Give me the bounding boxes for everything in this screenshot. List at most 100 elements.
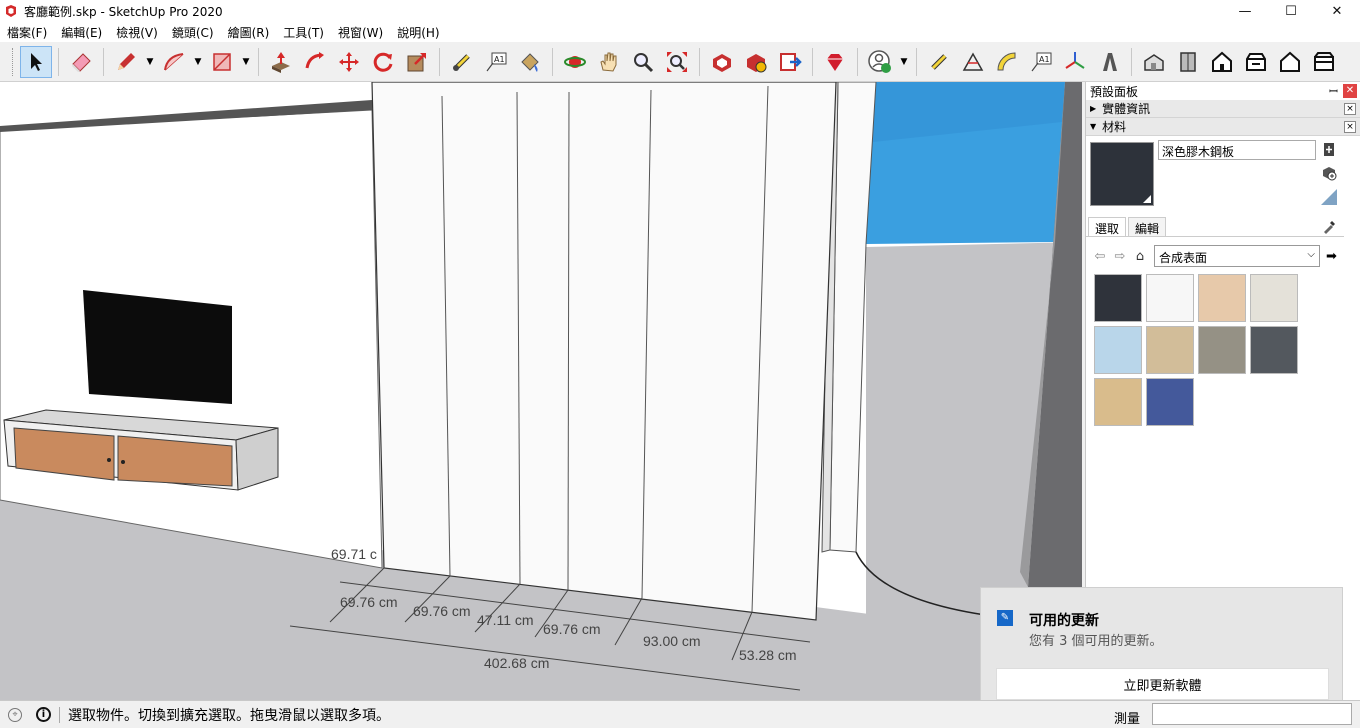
material-swatch[interactable]	[1094, 274, 1142, 322]
minimize-button[interactable]: —	[1222, 0, 1268, 22]
paint-bucket-tool-button[interactable]	[514, 46, 546, 78]
material-swatch[interactable]	[1250, 274, 1298, 322]
zoom-extents-tool-button[interactable]	[661, 46, 693, 78]
details-arrow-icon[interactable]: ➡	[1326, 249, 1337, 264]
sample-paint-icon[interactable]	[1320, 188, 1338, 206]
arc-dropdown[interactable]: ▼	[191, 46, 205, 78]
material-swatch[interactable]	[1250, 326, 1298, 374]
create-material-icon[interactable]	[1320, 140, 1338, 158]
menu-window[interactable]: 視窗(W)	[331, 24, 390, 41]
axes-tool-button[interactable]	[1059, 46, 1091, 78]
menu-camera[interactable]: 鏡頭(C)	[165, 24, 221, 41]
select-tool-button[interactable]	[20, 45, 52, 78]
collection-nav: ⇦ ⇨ ⌂ 合成表面 ⌵ ➡	[1090, 244, 1344, 268]
label-icon: A1	[1031, 52, 1052, 71]
material-swatch[interactable]	[1198, 274, 1246, 322]
rotate-tool-button[interactable]	[367, 46, 399, 78]
arc-tool-button[interactable]	[158, 46, 190, 78]
extension-warehouse-button[interactable]	[740, 46, 772, 78]
extension-icon	[747, 53, 767, 72]
maximize-button[interactable]: ☐	[1268, 0, 1314, 22]
paint-bucket-icon	[521, 52, 539, 72]
rectangle-dropdown[interactable]: ▼	[239, 46, 253, 78]
axes-protractor-button[interactable]	[991, 46, 1023, 78]
right-view-button[interactable]	[1240, 46, 1272, 78]
eraser-tool-button[interactable]	[65, 46, 97, 78]
back-arrow-icon[interactable]: ⇦	[1090, 249, 1110, 264]
pencil-tool-button[interactable]	[110, 46, 142, 78]
entity-info-panel-header[interactable]: ▶ 實體資訊 ×	[1086, 100, 1360, 118]
collection-select[interactable]: 合成表面 ⌵	[1154, 245, 1320, 267]
materials-panel-header[interactable]: ▼ 材料 ×	[1086, 118, 1360, 136]
material-name-input[interactable]: 深色膠木鋼板	[1158, 140, 1316, 160]
info-icon[interactable]: i	[36, 707, 51, 722]
model-scene[interactable]: 69.71 c 69.76 cm 69.76 cm 47.11 cm 69.76…	[0, 82, 1082, 700]
toolbar-grip[interactable]	[12, 47, 15, 76]
material-swatch[interactable]	[1198, 326, 1246, 374]
status-divider	[59, 706, 60, 723]
eyedropper-icon[interactable]	[1322, 218, 1338, 238]
menu-edit[interactable]: 編輯(E)	[54, 24, 109, 41]
follow-me-tool-button[interactable]	[299, 46, 331, 78]
window-title: 客廳範例.skp - SketchUp Pro 2020	[24, 4, 223, 19]
geolocation-icon[interactable]: ⌖	[8, 707, 22, 722]
tab-select[interactable]: 選取	[1088, 217, 1127, 236]
update-now-button[interactable]: 立即更新軟體	[996, 668, 1329, 700]
entity-info-close-button[interactable]: ×	[1344, 103, 1356, 115]
rectangle-tool-button[interactable]	[206, 46, 238, 78]
tape-measure-tool-button[interactable]	[446, 46, 478, 78]
move-tool-button[interactable]	[333, 46, 365, 78]
left-view-button[interactable]	[1308, 46, 1340, 78]
front-view-button[interactable]	[1206, 46, 1238, 78]
materials-close-button[interactable]: ×	[1344, 121, 1356, 133]
title-bar: 客廳範例.skp - SketchUp Pro 2020 — ☐ ✕	[0, 0, 1360, 22]
pin-icon[interactable]: ꟷ	[1329, 84, 1338, 99]
material-swatch[interactable]	[1094, 378, 1142, 426]
home-icon[interactable]: ⌂	[1130, 249, 1150, 264]
pan-icon	[600, 52, 617, 72]
menu-view[interactable]: 檢視(V)	[109, 24, 165, 41]
zoom-tool-button[interactable]	[627, 46, 659, 78]
material-swatch[interactable]	[1146, 274, 1194, 322]
protractor-tool-button[interactable]	[957, 46, 989, 78]
forward-arrow-icon[interactable]: ⇨	[1110, 249, 1130, 264]
material-preview[interactable]	[1090, 142, 1154, 206]
axes-icon	[1065, 51, 1085, 69]
tray-close-button[interactable]: ✕	[1343, 84, 1357, 98]
pan-tool-button[interactable]	[593, 46, 625, 78]
measurements-input[interactable]	[1152, 703, 1352, 725]
push-pull-tool-button[interactable]	[265, 46, 297, 78]
3d-text-tool-button[interactable]	[1093, 46, 1125, 78]
modeling-viewport[interactable]: 69.71 c 69.76 cm 69.76 cm 47.11 cm 69.76…	[0, 82, 1082, 700]
tab-edit[interactable]: 編輯	[1128, 217, 1167, 236]
orbit-tool-button[interactable]	[559, 46, 591, 78]
menu-help[interactable]: 說明(H)	[390, 24, 446, 41]
protractor-icon	[997, 51, 1016, 70]
send-to-layout-button[interactable]	[774, 46, 806, 78]
profile-dropdown[interactable]: ▼	[897, 46, 911, 78]
menu-draw[interactable]: 繪圖(R)	[221, 24, 277, 41]
iso-view-button[interactable]	[1138, 46, 1170, 78]
sketchup-app-icon	[6, 5, 16, 17]
menu-file[interactable]: 檔案(F)	[0, 24, 54, 41]
menu-tools[interactable]: 工具(T)	[276, 24, 331, 41]
profile-button[interactable]	[864, 46, 896, 78]
3d-warehouse-button[interactable]	[706, 46, 738, 78]
scale-tool-button[interactable]	[401, 46, 433, 78]
ruby-console-button[interactable]	[819, 46, 851, 78]
close-window-button[interactable]: ✕	[1314, 0, 1360, 22]
add-material-icon[interactable]	[1320, 164, 1338, 182]
material-swatch[interactable]	[1094, 326, 1142, 374]
dimension-tool-button[interactable]	[923, 46, 955, 78]
text-tool-button[interactable]: A1	[480, 46, 512, 78]
material-swatch[interactable]	[1146, 326, 1194, 374]
label-tool-button[interactable]: A1	[1025, 46, 1057, 78]
scale-icon	[407, 52, 426, 71]
measurements-label: 測量	[1114, 712, 1141, 727]
pencil-dropdown[interactable]: ▼	[143, 46, 157, 78]
entity-info-label: 實體資訊	[1102, 102, 1151, 116]
back-view-button[interactable]	[1274, 46, 1306, 78]
material-swatch[interactable]	[1146, 378, 1194, 426]
rotate-icon	[373, 52, 393, 72]
top-view-button[interactable]	[1172, 46, 1204, 78]
